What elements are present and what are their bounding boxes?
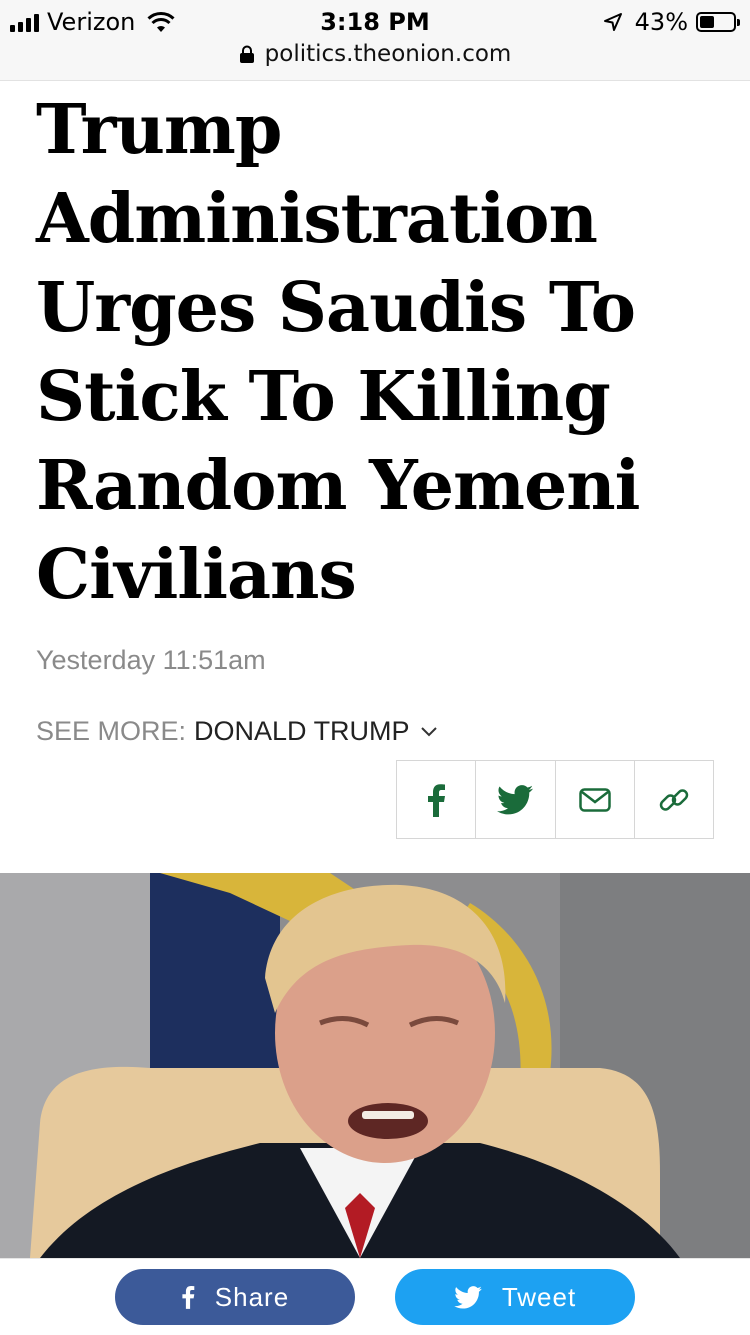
location-icon — [603, 13, 622, 31]
twitter-icon — [497, 784, 534, 814]
battery-icon — [696, 12, 740, 32]
see-more-tags[interactable]: SEE MORE: DONALD TRUMP — [36, 716, 438, 747]
twitter-icon — [454, 1285, 482, 1309]
email-share-button[interactable] — [556, 761, 635, 838]
lock-icon — [239, 45, 254, 63]
status-right: 43% — [603, 6, 740, 38]
browser-status-bar: Verizon 3:18 PM 43% politics.theonion.co… — [0, 0, 750, 81]
bottom-share-bar: Share Tweet — [0, 1258, 750, 1335]
address-bar[interactable]: politics.theonion.com — [0, 38, 750, 70]
article-timestamp: Yesterday 11:51am — [36, 645, 266, 675]
battery-cap — [737, 19, 740, 26]
twitter-share-button[interactable] — [476, 761, 556, 838]
share-toolbar — [396, 760, 714, 839]
chevron-down-icon[interactable] — [420, 726, 438, 738]
tweet-label: Tweet — [501, 1281, 577, 1312]
article-image — [0, 873, 750, 1258]
facebook-icon — [182, 1285, 195, 1309]
facebook-icon — [428, 783, 446, 817]
article-photo — [0, 873, 750, 1258]
copy-link-button[interactable] — [635, 761, 713, 838]
email-icon — [578, 787, 611, 812]
share-label: Share — [214, 1281, 290, 1312]
url-text: politics.theonion.com — [264, 41, 512, 67]
battery-percent: 43% — [634, 8, 688, 36]
tweet-pill-button[interactable]: Tweet — [395, 1269, 635, 1325]
facebook-share-button[interactable] — [397, 761, 477, 838]
see-more-tag[interactable]: DONALD TRUMP — [194, 716, 410, 747]
battery-fill — [700, 16, 714, 28]
see-more-label: SEE MORE: — [36, 716, 187, 746]
article-headline: Trump Administration Urges Saudis To Sti… — [36, 90, 640, 615]
link-icon — [659, 788, 689, 811]
facebook-share-pill-button[interactable]: Share — [115, 1269, 355, 1325]
